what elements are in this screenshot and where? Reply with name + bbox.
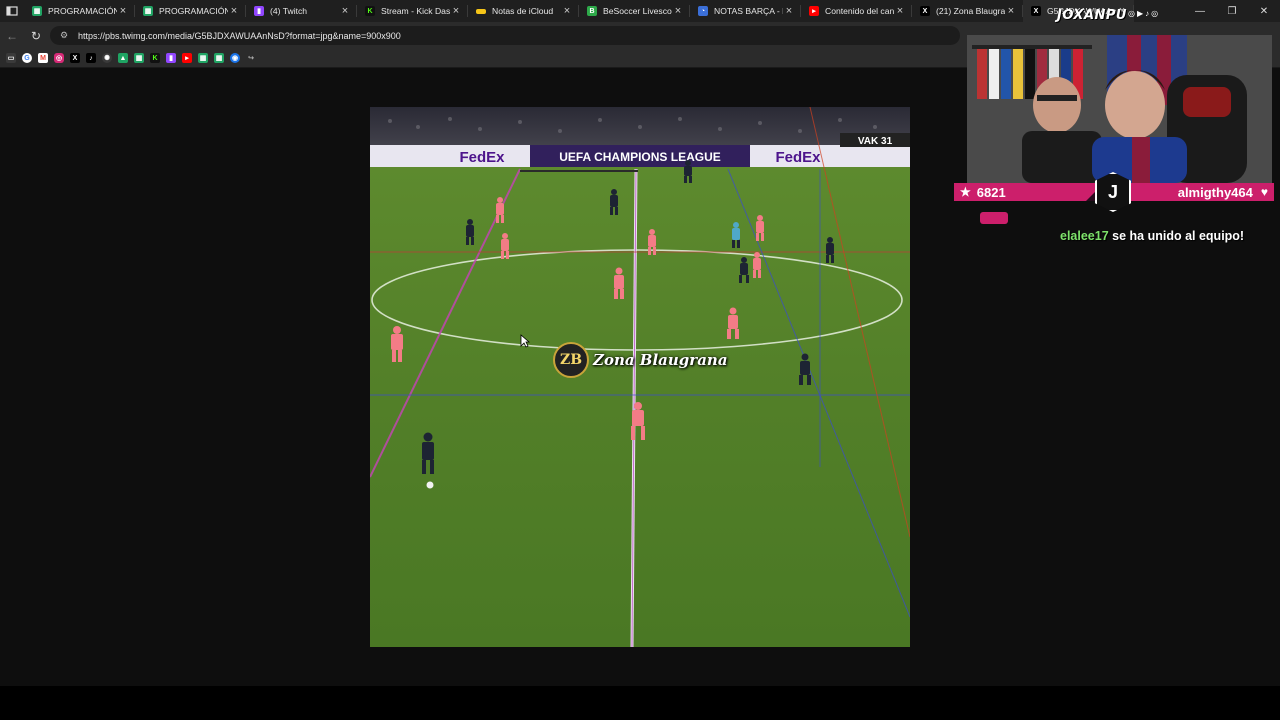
star-count: 6821 bbox=[976, 184, 1006, 200]
kick-icon: K bbox=[365, 6, 375, 16]
notas-icon: ◔ bbox=[698, 6, 708, 16]
tab-label: BeSoccer Livescore bbox=[603, 6, 672, 16]
minimize-icon[interactable]: — bbox=[1184, 6, 1216, 17]
chatgpt-icon[interactable]: ✺ bbox=[102, 53, 112, 63]
close-icon[interactable]: × bbox=[894, 5, 906, 17]
tab-label: Notas de iCloud bbox=[492, 6, 554, 16]
tiktok-icon[interactable]: ♪ bbox=[86, 53, 96, 63]
notice-text: se ha unido al equipo! bbox=[1108, 229, 1245, 243]
close-icon[interactable]: × bbox=[672, 5, 684, 17]
url-text: https://pbs.twimg.com/media/G5BJDXAWUAAn… bbox=[78, 30, 401, 41]
restore-icon[interactable]: ❐ bbox=[1216, 6, 1248, 17]
youtube-icon[interactable]: ▸ bbox=[182, 53, 192, 63]
star-icon: ★ bbox=[960, 185, 971, 199]
tab[interactable]: ▦ PROGRAMACIÓN JC × bbox=[24, 0, 135, 22]
tab[interactable]: ▦ PROGRAMACIÓN LL × bbox=[135, 0, 246, 22]
star-count-box: ★ 6821 bbox=[954, 183, 1104, 201]
more-bookmarks-icon[interactable]: ↪ bbox=[246, 53, 256, 63]
close-icon[interactable]: × bbox=[1005, 5, 1017, 17]
instagram-icon[interactable]: ◎ bbox=[54, 53, 64, 63]
tab[interactable]: Notas de iCloud × bbox=[468, 0, 579, 22]
tab-label: Contenido del cana bbox=[825, 6, 894, 16]
tab[interactable]: B BeSoccer Livescore × bbox=[579, 0, 690, 22]
tab-label: (4) Twitch bbox=[270, 6, 308, 16]
join-notification: elalee17 se ha unido al equipo! bbox=[1060, 229, 1244, 243]
tab-label: (21) Zona Blaugrana bbox=[936, 6, 1005, 16]
sheets-icon: ▦ bbox=[143, 6, 153, 16]
close-icon[interactable]: × bbox=[450, 5, 462, 17]
taskbar-area bbox=[0, 686, 1280, 720]
twitch-icon[interactable]: ▮ bbox=[166, 53, 176, 63]
besoccer-icon: B bbox=[587, 6, 597, 16]
social-icons: ◎▶♪◎ bbox=[1128, 9, 1161, 18]
tab[interactable]: K Stream - Kick Dash × bbox=[357, 0, 468, 22]
kick-icon[interactable]: K bbox=[150, 53, 160, 63]
username: almigthy464 bbox=[1177, 184, 1253, 200]
close-icon[interactable]: × bbox=[228, 5, 240, 17]
gmail-icon[interactable]: M bbox=[38, 53, 48, 63]
close-window-icon[interactable]: ✕ bbox=[1248, 6, 1280, 17]
drive-icon[interactable]: ▲ bbox=[118, 53, 128, 63]
watermark-name: Zona Blaugrana bbox=[593, 351, 728, 369]
close-icon[interactable]: × bbox=[117, 5, 129, 17]
google-icon[interactable]: G bbox=[22, 53, 32, 63]
bookmarks-toggle-icon[interactable]: ▭ bbox=[6, 53, 16, 63]
tab[interactable]: ◔ NOTAS BARÇA - Pre × bbox=[690, 0, 801, 22]
reload-icon[interactable]: ↻ bbox=[24, 24, 48, 48]
back-icon[interactable]: ← bbox=[0, 24, 24, 48]
x-icon[interactable]: X bbox=[70, 53, 80, 63]
x-icon: X bbox=[1031, 6, 1041, 16]
notes-icon bbox=[476, 8, 486, 14]
tab-menu-icon[interactable] bbox=[0, 0, 24, 22]
heart-icon: ♥ bbox=[1260, 185, 1268, 199]
sheets-icon[interactable]: ▦ bbox=[134, 53, 144, 63]
fedex-ad-left: FedEx bbox=[459, 149, 505, 166]
tab-label: Stream - Kick Dash bbox=[381, 6, 450, 16]
site-info-icon[interactable]: ⚙ bbox=[60, 30, 72, 41]
zona-blaugrana-watermark: ZB Zona Blaugrana bbox=[553, 342, 728, 378]
sheets-icon: ▦ bbox=[32, 6, 42, 16]
tab-label: PROGRAMACIÓN JC bbox=[48, 6, 117, 16]
tab-label: PROGRAMACIÓN LL bbox=[159, 6, 228, 16]
browser-window: ▦ PROGRAMACIÓN JC × ▦ PROGRAMACIÓN LL × … bbox=[0, 0, 1280, 720]
close-icon[interactable]: × bbox=[561, 5, 573, 17]
address-bar[interactable]: ⚙ https://pbs.twimg.com/media/G5BJDXAWUA… bbox=[50, 26, 960, 45]
mouse-cursor-icon bbox=[520, 334, 530, 348]
x-icon: X bbox=[920, 6, 930, 16]
tab[interactable]: ▮ (4) Twitch × bbox=[246, 0, 357, 22]
stream-brand: JOXANPU bbox=[1057, 8, 1127, 23]
twitch-icon: ▮ bbox=[254, 6, 264, 16]
sheets-icon[interactable]: ▦ bbox=[214, 53, 224, 63]
ball bbox=[426, 481, 434, 489]
fedex-ad-right: FedEx bbox=[775, 149, 821, 166]
webcam-feed bbox=[967, 35, 1272, 183]
web-icon[interactable]: ◉ bbox=[230, 53, 240, 63]
close-icon[interactable]: × bbox=[783, 5, 795, 17]
tab-label: NOTAS BARÇA - Pre bbox=[714, 6, 783, 16]
sheets-icon[interactable]: ▦ bbox=[198, 53, 208, 63]
window-controls: — ❐ ✕ bbox=[1184, 0, 1280, 22]
close-icon[interactable]: × bbox=[339, 5, 351, 17]
notice-user: elalee17 bbox=[1060, 229, 1109, 243]
tab[interactable]: X (21) Zona Blaugrana × bbox=[912, 0, 1023, 22]
tab[interactable]: ▸ Contenido del cana × bbox=[801, 0, 912, 22]
overlay-accent bbox=[980, 212, 1008, 224]
vak-ad: VAK 31 bbox=[858, 136, 893, 147]
youtube-icon: ▸ bbox=[809, 6, 819, 16]
zb-logo: ZB bbox=[553, 342, 589, 378]
ucl-banner-text: UEFA CHAMPIONS LEAGUE bbox=[559, 150, 721, 164]
